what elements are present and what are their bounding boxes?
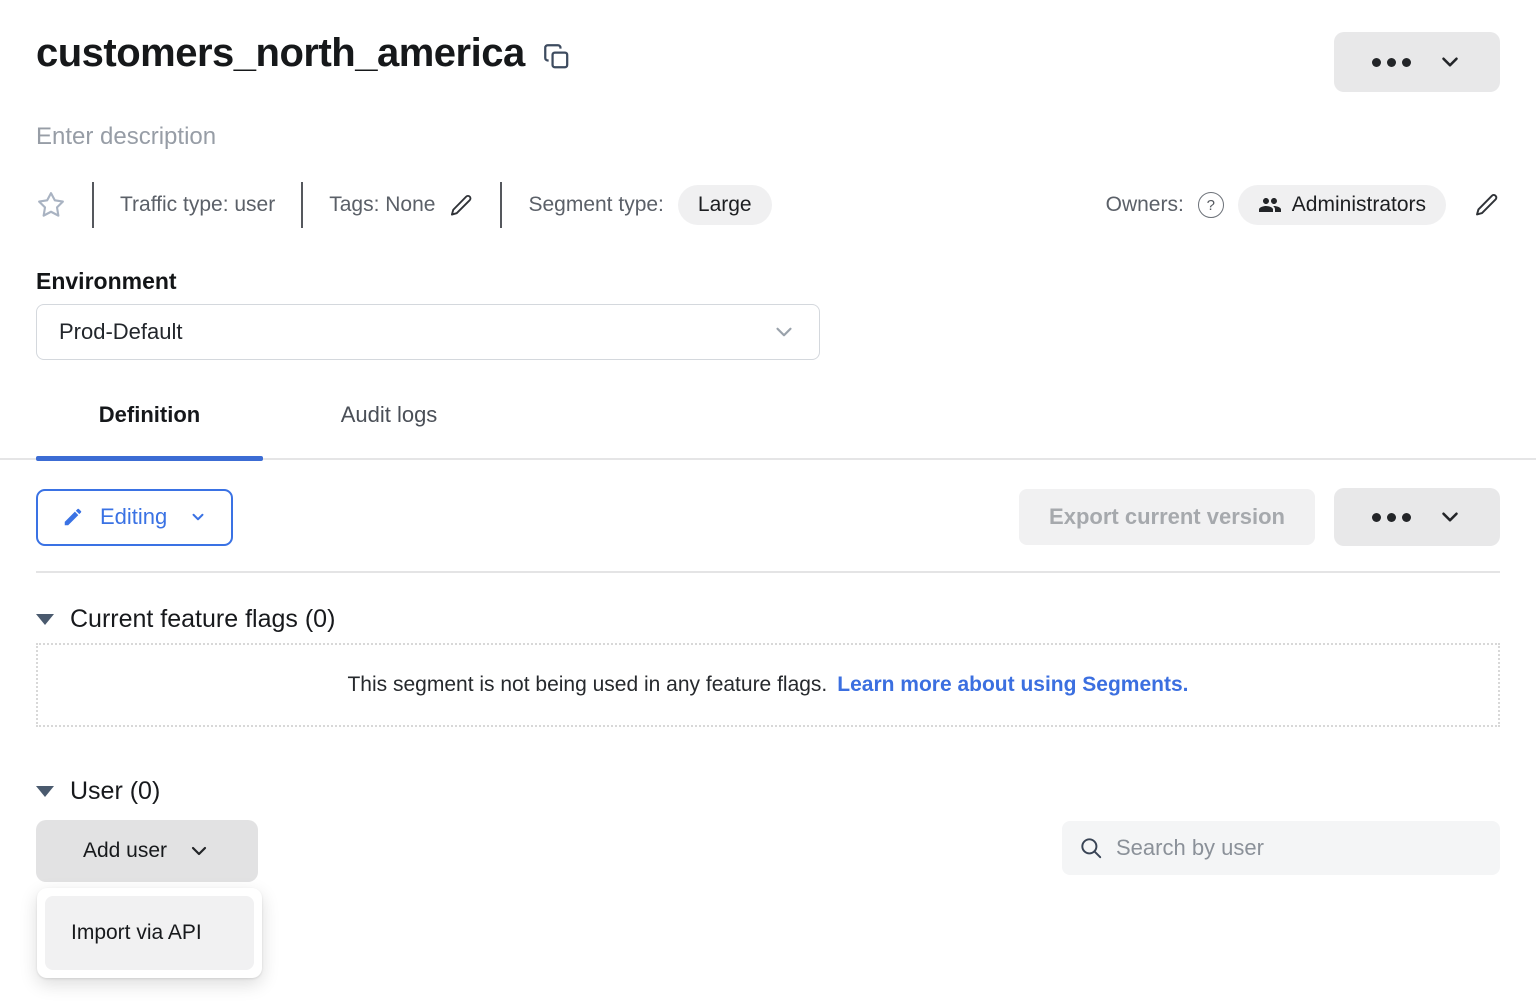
editing-label: Editing bbox=[100, 504, 167, 530]
chevron-down-icon bbox=[1437, 504, 1463, 530]
toolbar: Editing Export current version bbox=[36, 488, 1500, 546]
traffic-type-label: Traffic type: user bbox=[120, 193, 275, 217]
toolbar-right: Export current version bbox=[1019, 488, 1500, 546]
magnifier-icon bbox=[1078, 835, 1104, 861]
tab-definition[interactable]: Definition bbox=[36, 402, 263, 458]
owners-group: Owners: ? Administrators bbox=[1106, 185, 1500, 225]
feature-flags-section-toggle[interactable]: Current feature flags (0) bbox=[36, 603, 1500, 635]
learn-more-link[interactable]: Learn more about using Segments. bbox=[837, 673, 1188, 697]
feature-flags-heading: Current feature flags (0) bbox=[70, 603, 335, 635]
environment-select[interactable]: Prod-Default bbox=[36, 304, 820, 360]
owners-value: Administrators bbox=[1292, 193, 1426, 217]
title-row: customers_north_america bbox=[36, 0, 1500, 92]
tab-audit-logs[interactable]: Audit logs bbox=[263, 402, 515, 458]
user-section-controls: Add user Import via API bbox=[36, 820, 1500, 882]
search-by-user-input[interactable] bbox=[1116, 835, 1484, 861]
feature-flags-empty-state: This segment is not being used in any fe… bbox=[36, 643, 1500, 727]
meta-divider bbox=[92, 182, 94, 228]
meta-divider bbox=[301, 182, 303, 228]
star-icon[interactable] bbox=[36, 190, 66, 220]
disclosure-triangle-icon bbox=[36, 614, 54, 625]
people-icon bbox=[1258, 193, 1282, 217]
add-user-button[interactable]: Add user bbox=[36, 820, 258, 882]
menu-item-import-via-api[interactable]: Import via API bbox=[45, 896, 254, 970]
user-section-heading: User (0) bbox=[70, 775, 160, 807]
meta-divider bbox=[500, 182, 502, 228]
segment-type: Segment type: Large bbox=[528, 185, 771, 225]
ellipsis-icon bbox=[1372, 58, 1411, 67]
add-user-label: Add user bbox=[83, 839, 167, 863]
description-placeholder[interactable]: Enter description bbox=[36, 122, 1500, 152]
edit-tags-pencil-icon[interactable] bbox=[449, 193, 474, 218]
owners-label: Owners: bbox=[1106, 193, 1184, 217]
user-search-box[interactable] bbox=[1062, 821, 1500, 875]
user-section-toggle[interactable]: User (0) bbox=[36, 775, 1500, 807]
page-title: customers_north_america bbox=[36, 28, 525, 78]
editing-status-button[interactable]: Editing bbox=[36, 489, 233, 546]
title-group: customers_north_america bbox=[36, 28, 570, 78]
add-user-dropdown-menu: Import via API bbox=[37, 888, 262, 978]
section-divider bbox=[36, 571, 1500, 573]
add-user-wrap: Add user Import via API bbox=[36, 820, 258, 882]
owners-badge: Administrators bbox=[1238, 185, 1446, 225]
chevron-down-icon bbox=[189, 508, 207, 526]
chevron-down-icon bbox=[187, 839, 211, 863]
tab-bar: Definition Audit logs bbox=[0, 402, 1536, 460]
copy-icon[interactable] bbox=[543, 43, 570, 70]
question-circle-icon[interactable]: ? bbox=[1198, 192, 1224, 218]
environment-label: Environment bbox=[36, 268, 1500, 294]
tags-label: Tags: None bbox=[329, 193, 435, 217]
meta-row: Traffic type: user Tags: None Segment ty… bbox=[36, 182, 1500, 228]
pencil-icon bbox=[62, 506, 84, 528]
edit-owners-pencil-icon[interactable] bbox=[1474, 192, 1500, 218]
empty-state-message: This segment is not being used in any fe… bbox=[347, 673, 827, 697]
export-current-version-button[interactable]: Export current version bbox=[1019, 489, 1315, 545]
chevron-down-icon bbox=[1437, 49, 1463, 75]
chevron-down-icon bbox=[771, 319, 797, 345]
environment-selected-value: Prod-Default bbox=[59, 319, 183, 345]
ellipsis-icon bbox=[1372, 513, 1411, 522]
disclosure-triangle-icon bbox=[36, 786, 54, 797]
segment-type-badge: Large bbox=[678, 185, 772, 225]
segment-detail-page: customers_north_america Enter descriptio… bbox=[0, 0, 1536, 1002]
segment-type-label: Segment type: bbox=[528, 193, 663, 217]
definition-more-button[interactable] bbox=[1334, 488, 1500, 546]
header-more-button[interactable] bbox=[1334, 32, 1500, 92]
